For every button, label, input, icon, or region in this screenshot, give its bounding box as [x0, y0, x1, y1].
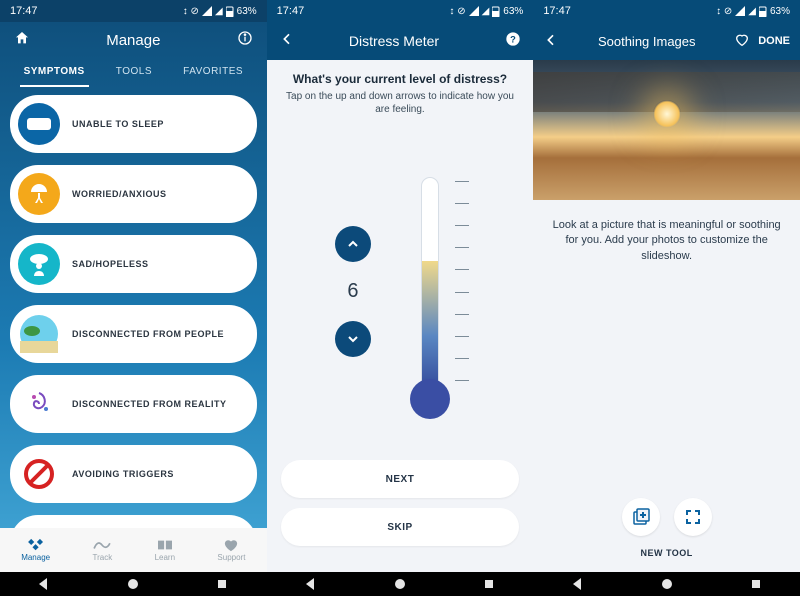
page-title: Soothing Images [567, 34, 726, 49]
page-title: Distress Meter [293, 33, 496, 49]
tab-favorites[interactable]: FAVORITES [179, 58, 247, 87]
thermometer-ticks [455, 181, 469, 381]
nav-label: Track [92, 553, 112, 562]
beach-icon [18, 313, 60, 355]
list-item[interactable]: SAD/HOPELESS [10, 235, 257, 293]
nav-label: Support [217, 553, 245, 562]
subtitle-text: Tap on the up and down arrows to indicat… [283, 90, 518, 116]
status-bar: 17:47 ↕ ⊘ ◢ 63% [267, 0, 534, 22]
android-back-icon[interactable] [37, 577, 51, 591]
back-icon[interactable] [543, 32, 559, 51]
status-icons: ↕ ⊘ ◢ 63% [183, 6, 257, 17]
cloud-person-icon [18, 243, 60, 285]
thermometer [395, 161, 465, 421]
android-back-icon[interactable] [304, 577, 318, 591]
list-item[interactable]: WORRIED/ANXIOUS [10, 165, 257, 223]
nav-manage[interactable]: Manage [21, 538, 50, 562]
android-nav-bar [0, 572, 800, 596]
android-home-icon[interactable] [126, 577, 140, 591]
status-icons: ↕ ⊘ ◢ 63% [716, 6, 790, 17]
skip-button[interactable]: SKIP [281, 508, 520, 546]
no-sign-icon [18, 453, 60, 495]
status-time: 17:47 [543, 5, 571, 17]
status-bar: 17:47 ↕ ⊘ ◢ 63% [0, 0, 267, 22]
screen-manage: 17:47 ↕ ⊘ ◢ 63% Manage SYMPTOMS TOOLS FA… [0, 0, 267, 572]
tab-bar: SYMPTOMS TOOLS FAVORITES [0, 58, 267, 87]
image-actions [533, 498, 800, 536]
item-label: SAD/HOPELESS [72, 259, 149, 269]
tab-tools[interactable]: TOOLS [112, 58, 156, 87]
list-item[interactable]: DISCONNECTED FROM REALITY [10, 375, 257, 433]
android-back-icon[interactable] [571, 577, 585, 591]
header: Soothing Images DONE [533, 22, 800, 60]
item-label: UNABLE TO SLEEP [72, 119, 164, 129]
thermometer-bulb [410, 379, 450, 419]
page-title: Manage [106, 32, 160, 49]
new-tool-button[interactable]: NEW TOOL [533, 548, 800, 572]
actions: NEXT SKIP [267, 452, 534, 572]
svg-text:?: ? [510, 34, 516, 44]
info-icon[interactable] [237, 30, 253, 51]
header: Manage [0, 22, 267, 58]
next-button[interactable]: NEXT [281, 460, 520, 498]
tab-symptoms[interactable]: SYMPTOMS [20, 58, 89, 87]
header: Distress Meter ? [267, 22, 534, 60]
pillow-icon [18, 103, 60, 145]
bottom-nav: Manage Track Learn Support [0, 528, 267, 572]
up-button[interactable] [335, 226, 371, 262]
item-label: WORRIED/ANXIOUS [72, 189, 167, 199]
android-home-icon[interactable] [660, 577, 674, 591]
home-icon[interactable] [14, 30, 30, 51]
item-label: DISCONNECTED FROM PEOPLE [72, 329, 224, 339]
item-label: AVOIDING TRIGGERS [72, 469, 174, 479]
body: What's your current level of distress? T… [267, 60, 534, 452]
distress-value: 6 [347, 280, 358, 303]
screen-distress-meter: 17:47 ↕ ⊘ ◢ 63% Distress Meter ? What's … [267, 0, 534, 572]
controls: 6 [335, 226, 371, 357]
screen-soothing-images: 17:47 ↕ ⊘ ◢ 63% Soothing Images DONE Loo… [533, 0, 800, 572]
umbrella-person-icon [18, 173, 60, 215]
meter-zone: 6 [283, 130, 518, 452]
android-recent-icon[interactable] [749, 577, 763, 591]
android-recent-icon[interactable] [482, 577, 496, 591]
question-text: What's your current level of distress? [283, 72, 518, 86]
list-item-partial[interactable] [10, 515, 257, 528]
nav-learn[interactable]: Learn [155, 538, 175, 562]
android-recent-icon[interactable] [215, 577, 229, 591]
status-time: 17:47 [10, 5, 38, 17]
nav-support[interactable]: Support [217, 538, 245, 562]
nav-label: Learn [155, 553, 175, 562]
status-icons: ↕ ⊘ ◢ 63% [449, 6, 523, 17]
item-label: DISCONNECTED FROM REALITY [72, 399, 227, 409]
soothing-image[interactable] [533, 60, 800, 200]
nav-label: Manage [21, 553, 50, 562]
status-bar: 17:47 ↕ ⊘ ◢ 63% [533, 0, 800, 22]
down-button[interactable] [335, 321, 371, 357]
status-time: 17:47 [277, 5, 305, 17]
nav-track[interactable]: Track [92, 538, 112, 562]
swirl-icon [18, 383, 60, 425]
symptom-list[interactable]: UNABLE TO SLEEP WORRIED/ANXIOUS SAD/HOPE… [0, 87, 267, 528]
list-item[interactable]: DISCONNECTED FROM PEOPLE [10, 305, 257, 363]
thermometer-fill [422, 261, 438, 386]
add-image-button[interactable] [622, 498, 660, 536]
list-item[interactable]: AVOIDING TRIGGERS [10, 445, 257, 503]
done-button[interactable]: DONE [758, 35, 790, 47]
heart-icon[interactable] [734, 32, 750, 51]
body-text: Look at a picture that is meaningful or … [533, 200, 800, 498]
help-icon[interactable]: ? [505, 31, 521, 52]
list-item[interactable]: UNABLE TO SLEEP [10, 95, 257, 153]
fullscreen-button[interactable] [674, 498, 712, 536]
android-home-icon[interactable] [393, 577, 407, 591]
thermometer-tube [421, 177, 439, 387]
